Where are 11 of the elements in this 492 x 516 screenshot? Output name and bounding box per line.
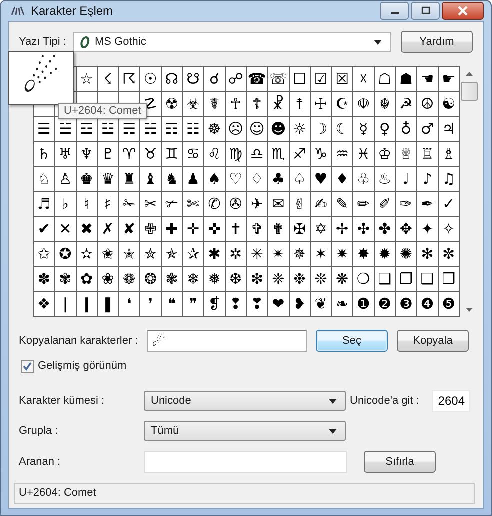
status-bar: U+2604: Comet	[14, 483, 475, 504]
go-to-unicode-label: Unicode'a git :	[350, 395, 420, 407]
magnifier-popup: ☄	[8, 51, 74, 105]
font-label: Yazı Tipi :	[19, 36, 68, 48]
search-label: Aranan :	[19, 456, 62, 468]
advanced-view-label: Gelişmiş görünüm	[38, 360, 127, 372]
copied-characters-label: Kopyalanan karakterler :	[19, 335, 140, 347]
character-set-label: Karakter kümesi :	[19, 395, 106, 407]
window-title: Karakter Eşlem	[31, 4, 114, 18]
tooltip: U+2604: Comet	[58, 103, 148, 119]
group-by-label: Grupla :	[19, 425, 60, 437]
